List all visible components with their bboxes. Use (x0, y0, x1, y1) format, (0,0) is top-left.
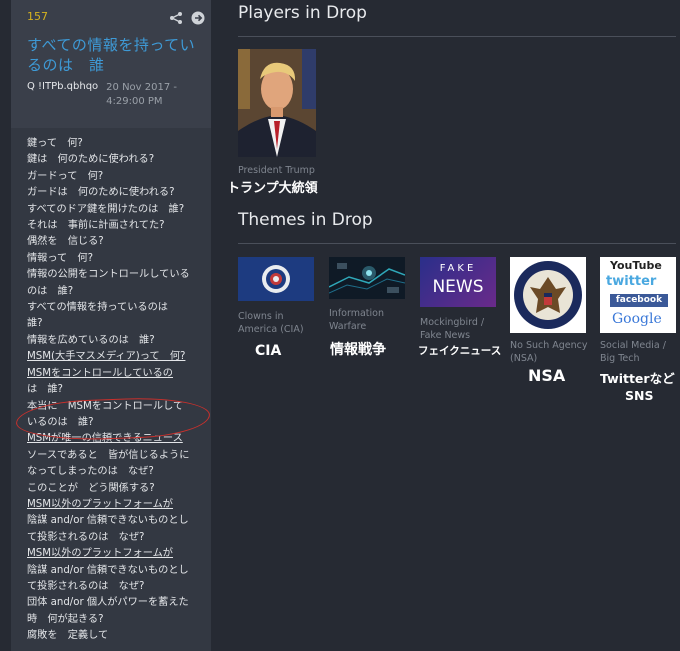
theme-jp-social: Twitterなど (600, 371, 675, 386)
theme-cia-image[interactable] (238, 257, 314, 301)
post-line: MSMをコントロールしているの (27, 367, 173, 379)
post-line: なってしまったのは なぜ? (27, 466, 154, 478)
theme-jp-infowar: 情報戦争 (330, 342, 386, 358)
post-line: 鍵って 何? (27, 138, 83, 149)
post-date-line1: 20 Nov 2017 - (106, 82, 178, 93)
player-jp-label: トランプ大統領 (227, 181, 318, 196)
post-line: 陰謀 and/or 信頼できないものとし (27, 564, 189, 576)
post-line: のは 誰? (27, 285, 74, 297)
post-line: MSMが唯一の信頼できるニュース (27, 433, 183, 445)
fake-word: FAKE (439, 263, 477, 274)
players-section-title: Players in Drop (238, 3, 367, 23)
theme-caption-social[interactable]: Social Media / Big Tech (600, 339, 678, 365)
go-arrow-icon[interactable] (191, 10, 205, 25)
post-date: 20 Nov 2017 - 4:29:00 PM (106, 81, 177, 109)
theme-caption-infowar[interactable]: Information Warfare (329, 307, 405, 333)
theme-infowar-image[interactable] (329, 257, 405, 299)
post-line: MSM以外のプラットフォームが (27, 548, 173, 560)
post-date-line2: 4:29:00 PM (106, 96, 163, 107)
post-line: 団体 and/or 個人がパワーを蓄えた (27, 597, 189, 609)
post-line: は 誰? (27, 384, 63, 396)
theme-caption-fakenews[interactable]: Mockingbird / Fake News (420, 316, 496, 342)
post-line: て投影されるのは なぜ? (27, 531, 145, 543)
post-line: ガードって 何? (27, 170, 104, 182)
post-line: て投影されるのは なぜ? (27, 580, 145, 592)
twitter-logo: twitter (606, 274, 657, 289)
post-line: MSM以外のプラットフォームが (27, 498, 173, 510)
theme-caption-cia[interactable]: Clowns in America (CIA) (238, 310, 314, 336)
themes-divider (238, 243, 676, 244)
post-meta: Q !ITPb.qbhqo 20 Nov 2017 - 4:29:00 PM (27, 81, 201, 109)
player-photo[interactable] (238, 49, 316, 157)
post-line: 陰謀 and/or 信頼できないものとし (27, 515, 189, 527)
news-word: NEWS (432, 277, 484, 297)
theme-jp-fakenews: フェイクニュース (418, 345, 502, 357)
post-title[interactable]: すべての情報を持っているのは 誰 (27, 35, 201, 75)
post-line: すべての情報を持っているのは (27, 302, 168, 314)
share-icon[interactable] (169, 10, 183, 24)
post-actions (169, 10, 205, 25)
post-line: 時 何が起きる? (27, 613, 104, 625)
post-line: 偶然を 信じる? (27, 236, 104, 248)
post-line: 情報って 何? (27, 252, 94, 264)
theme-caption-nsa[interactable]: No Such Agency (NSA) (510, 339, 590, 365)
post-line: ガードは 何のために使われる? (27, 187, 175, 199)
post-line: それは 事前に計画されてた? (27, 220, 165, 232)
theme-nsa-image[interactable] (510, 257, 586, 333)
post-body: 鍵って 何? 鍵は 何のために使われる? ガードって 何? ガードは 何のために… (11, 128, 211, 651)
post-author: Q !ITPb.qbhqo (27, 81, 99, 92)
post-line: 腐敗を 定義して (27, 630, 109, 642)
post-line: 鍵は 何のために使われる? (27, 154, 155, 166)
post-line: このことが どう関係する? (27, 482, 155, 494)
theme-jp-social-2: SNS (625, 388, 654, 403)
post-header: 157 すべての情報を持っているのは 誰 Q !ITPb.qbhqo 20 No… (11, 0, 211, 109)
post-line: 情報の公開をコントロールしている (27, 269, 190, 281)
post-line: 本当に MSMをコントロールして (27, 400, 184, 412)
post-line: MSM(大手マスメディア)って 何? (27, 351, 186, 363)
post-card: 157 すべての情報を持っているのは 誰 Q !ITPb.qbhqo 20 No… (11, 0, 211, 651)
theme-social-image[interactable]: YouTube twitter facebook Google (600, 257, 676, 333)
google-logo: Google (612, 311, 662, 327)
theme-jp-nsa: NSA (528, 366, 566, 385)
post-line: いるのは 誰? (27, 416, 94, 428)
player-caption[interactable]: President Trump (238, 164, 315, 177)
post-line: すべてのドア鍵を開けたのは 誰? (27, 203, 185, 215)
post-line: ソースであると 皆が信じるように (27, 449, 190, 461)
theme-jp-cia: CIA (255, 343, 282, 359)
players-divider (238, 36, 676, 37)
youtube-logo: YouTube (610, 259, 662, 272)
post-line: 情報を広めているのは 誰? (27, 334, 155, 346)
theme-fakenews-image[interactable]: FAKE NEWS (420, 257, 496, 307)
post-line: 誰? (27, 318, 43, 330)
themes-section-title: Themes in Drop (238, 210, 373, 230)
facebook-logo: facebook (610, 294, 668, 307)
